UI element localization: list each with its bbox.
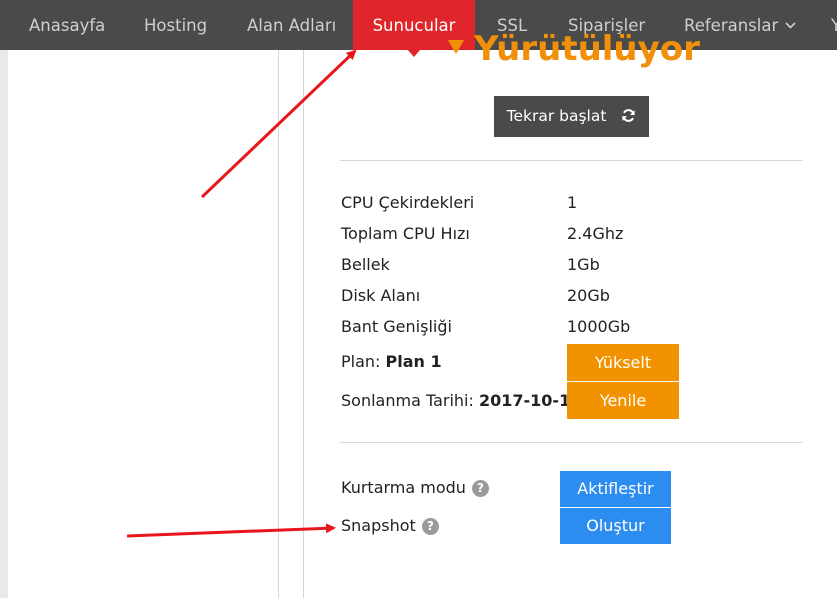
nav-item-alan-adlari[interactable]: Alan Adları (247, 0, 336, 50)
status-text: Yürütülüyor (474, 29, 700, 69)
nav-item-label: Sunucular (372, 16, 456, 35)
create-snapshot-button[interactable]: Oluştur (560, 508, 671, 544)
spec-value-cpu-speed: 2.4Ghz (567, 224, 624, 243)
spec-label-cpu-cores: CPU Çekirdekleri (341, 193, 475, 212)
spec-label-bandwidth: Bant Genişliği (341, 317, 452, 336)
upgrade-button[interactable]: Yükselt (567, 344, 679, 381)
nav-item-hosting[interactable]: Hosting (144, 0, 207, 50)
chevron-down-icon (781, 19, 796, 32)
section-divider (340, 160, 803, 161)
refresh-icon (622, 109, 636, 122)
snapshot-label: Snapshot (341, 516, 416, 535)
snapshot-row: Snapshot? (341, 516, 439, 536)
spec-value-memory: 1Gb (567, 255, 600, 274)
help-icon[interactable]: ? (471, 480, 489, 497)
spec-label-disk: Disk Alanı (341, 286, 421, 305)
spec-value-bandwidth: 1000Gb (567, 317, 631, 336)
server-status-heading: Yürütülüyor (448, 26, 708, 72)
renew-button[interactable]: Yenile (567, 382, 679, 419)
nav-item-truncated[interactable]: Y (831, 0, 837, 50)
restart-button-label: Tekrar başlat (506, 107, 607, 125)
column-divider (303, 50, 304, 598)
sidebar-strip (0, 50, 8, 598)
top-navigation: Anasayfa Hosting Alan Adları Sunucular S… (0, 0, 837, 57)
restart-button[interactable]: Tekrar başlat (494, 96, 649, 137)
expiry-label: Sonlanma Tarihi: (341, 391, 474, 410)
nav-item-anasayfa[interactable]: Anasayfa (29, 0, 105, 50)
rescue-mode-row: Kurtarma modu? (341, 478, 489, 498)
spec-value-cpu-cores: 1 (567, 193, 578, 212)
activate-rescue-button[interactable]: Aktifleştir (560, 471, 671, 507)
rescue-mode-label: Kurtarma modu (341, 478, 466, 497)
spec-label-cpu-speed: Toplam CPU Hızı (341, 224, 470, 243)
help-icon[interactable]: ? (421, 518, 439, 535)
section-divider (340, 442, 803, 443)
plan-row: Plan: Plan 1 (341, 352, 442, 371)
status-triangle-icon (448, 39, 464, 54)
spec-label-memory: Bellek (341, 255, 390, 274)
spec-value-disk: 20Gb (567, 286, 610, 305)
active-caret-icon (407, 49, 421, 57)
column-divider (278, 50, 279, 598)
plan-value: Plan 1 (385, 352, 442, 371)
plan-label: Plan: (341, 352, 381, 371)
expiry-row: Sonlanma Tarihi: 2017-10-13 (341, 391, 581, 410)
expiry-date: 2017-10-13 (478, 391, 582, 410)
